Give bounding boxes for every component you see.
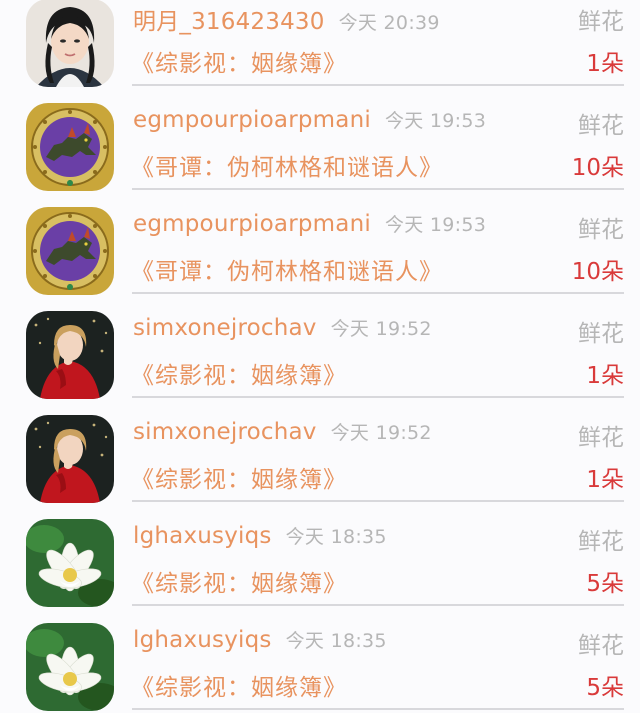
gift-type-label: 鲜花 bbox=[578, 633, 624, 659]
book-title-link[interactable]: 《综影视：姻缘簿》 bbox=[131, 460, 347, 494]
user-avatar[interactable] bbox=[26, 415, 114, 503]
gift-record-row[interactable]: egmpourpioarpmani 今天 19:53 鲜花 《哥谭：伪柯林格和谜语… bbox=[0, 87, 640, 191]
username[interactable]: 明月_316423430 bbox=[133, 9, 325, 35]
user-avatar[interactable] bbox=[26, 623, 114, 711]
book-title-link[interactable]: 《综影视：姻缘簿》 bbox=[131, 356, 347, 390]
row-divider bbox=[132, 292, 624, 294]
record-header: egmpourpioarpmani 今天 19:53 bbox=[133, 106, 486, 133]
record-header: simxonejrochav 今天 19:52 bbox=[133, 418, 432, 445]
username[interactable]: simxonejrochav bbox=[133, 419, 317, 445]
timestamp: 今天 19:53 bbox=[384, 110, 487, 132]
gift-count: 1朵 bbox=[586, 467, 624, 493]
timestamp: 今天 18:35 bbox=[285, 526, 387, 548]
gift-count: 5朵 bbox=[586, 571, 624, 597]
user-avatar[interactable] bbox=[26, 311, 114, 399]
gift-record-row[interactable]: egmpourpioarpmani 今天 19:53 鲜花 《哥谭：伪柯林格和谜语… bbox=[0, 191, 640, 295]
gift-count: 10朵 bbox=[571, 259, 624, 285]
gift-record-row[interactable]: simxonejrochav 今天 19:52 鲜花 《综影视：姻缘簿》 1朵 bbox=[0, 399, 640, 503]
gift-type-label: 鲜花 bbox=[578, 113, 624, 139]
username[interactable]: simxonejrochav bbox=[133, 315, 317, 341]
gift-type-label: 鲜花 bbox=[578, 529, 624, 555]
gift-record-row[interactable]: simxonejrochav 今天 19:52 鲜花 《综影视：姻缘簿》 1朵 bbox=[0, 295, 640, 399]
book-title-link[interactable]: 《综影视：姻缘簿》 bbox=[131, 564, 347, 598]
timestamp: 今天 19:52 bbox=[330, 318, 432, 340]
username[interactable]: egmpourpioarpmani bbox=[133, 211, 371, 237]
gift-count: 5朵 bbox=[586, 675, 624, 701]
user-avatar[interactable] bbox=[26, 519, 114, 607]
user-avatar[interactable] bbox=[26, 207, 114, 295]
book-title-link[interactable]: 《综影视：姻缘簿》 bbox=[131, 44, 347, 78]
record-header: 明月_316423430 今天 20:39 bbox=[133, 2, 440, 36]
book-title-link[interactable]: 《综影视：姻缘簿》 bbox=[131, 668, 347, 702]
timestamp: 今天 18:35 bbox=[285, 630, 387, 652]
book-title-link[interactable]: 《哥谭：伪柯林格和谜语人》 bbox=[131, 252, 443, 286]
row-divider bbox=[132, 188, 624, 190]
gift-count: 1朵 bbox=[586, 51, 624, 77]
record-header: egmpourpioarpmani 今天 19:53 bbox=[133, 210, 486, 237]
gift-type-label: 鲜花 bbox=[578, 217, 624, 243]
gift-count: 1朵 bbox=[586, 363, 624, 389]
timestamp: 今天 19:52 bbox=[330, 422, 432, 444]
gift-count: 10朵 bbox=[571, 155, 624, 181]
gift-record-row[interactable]: lghaxusyiqs 今天 18:35 鲜花 《综影视：姻缘簿》 5朵 bbox=[0, 503, 640, 607]
row-divider bbox=[132, 500, 624, 502]
gift-type-label: 鲜花 bbox=[578, 9, 624, 35]
gift-type-label: 鲜花 bbox=[578, 425, 624, 451]
timestamp: 今天 20:39 bbox=[338, 12, 440, 34]
gift-record-list: 明月_316423430 今天 20:39 鲜花 《综影视：姻缘簿》 1朵 egm… bbox=[0, 0, 640, 696]
book-title-link[interactable]: 《哥谭：伪柯林格和谜语人》 bbox=[131, 148, 443, 182]
username[interactable]: lghaxusyiqs bbox=[133, 627, 272, 653]
record-header: simxonejrochav 今天 19:52 bbox=[133, 314, 432, 341]
username[interactable]: lghaxusyiqs bbox=[133, 523, 272, 549]
row-divider bbox=[132, 708, 624, 710]
gift-record-row[interactable]: 明月_316423430 今天 20:39 鲜花 《综影视：姻缘簿》 1朵 bbox=[0, 0, 640, 87]
user-avatar[interactable] bbox=[26, 0, 114, 87]
row-divider bbox=[132, 396, 624, 398]
record-header: lghaxusyiqs 今天 18:35 bbox=[133, 522, 387, 549]
row-divider bbox=[132, 604, 624, 606]
record-header: lghaxusyiqs 今天 18:35 bbox=[133, 626, 387, 653]
username[interactable]: egmpourpioarpmani bbox=[133, 107, 371, 133]
gift-record-row[interactable]: lghaxusyiqs 今天 18:35 鲜花 《综影视：姻缘簿》 5朵 bbox=[0, 607, 640, 711]
row-divider bbox=[132, 84, 624, 86]
user-avatar[interactable] bbox=[26, 103, 114, 191]
timestamp: 今天 19:53 bbox=[384, 214, 487, 236]
gift-type-label: 鲜花 bbox=[578, 321, 624, 347]
